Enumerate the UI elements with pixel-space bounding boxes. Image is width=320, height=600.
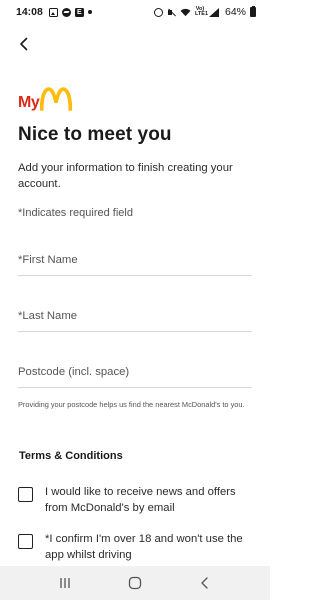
nav-back-button[interactable] [193, 571, 217, 595]
battery-icon [250, 5, 256, 17]
page-title: Nice to meet you [18, 124, 172, 145]
wifi-icon [180, 8, 191, 16]
home-icon [128, 576, 142, 590]
logo-my-text: My [18, 94, 40, 111]
home-button[interactable] [123, 571, 147, 595]
news-offers-label: I would like to receive news and offers … [45, 486, 236, 514]
terms-heading: Terms & Conditions [19, 450, 123, 462]
postcode-field[interactable]: Postcode (incl. space) [18, 362, 252, 388]
required-field-note: *Indicates required field [18, 207, 133, 219]
messenger-notification-icon [61, 7, 71, 17]
age-confirm-checkbox[interactable] [18, 534, 33, 549]
mute-icon [167, 8, 176, 17]
mymcdonalds-logo: My [18, 86, 73, 112]
recents-button[interactable] [53, 571, 77, 595]
volte-icon: Vo) LTE1 [194, 6, 209, 17]
status-right: Vo) LTE1 64% [153, 5, 256, 18]
gallery-notification-icon [48, 7, 58, 17]
status-bar: 14:08 E Vo) LTE1 64% [0, 0, 270, 24]
system-nav-bar [0, 566, 270, 600]
age-confirm-label: *I confirm I'm over 18 and won't use the… [45, 533, 243, 561]
golden-arches-icon [40, 87, 73, 111]
first-name-field[interactable]: *First Name [18, 250, 252, 276]
status-time: 14:08 [16, 6, 43, 18]
e-notification-icon: E [74, 7, 84, 17]
signal-icon [209, 7, 219, 17]
postcode-help-text: Providing your postcode helps us find th… [18, 400, 245, 409]
postcode-label: Postcode (incl. space) [18, 366, 130, 378]
status-left: 14:08 E [16, 6, 92, 18]
news-offers-option: I would like to receive news and offers … [18, 484, 254, 516]
last-name-field[interactable]: *Last Name [18, 306, 252, 332]
news-offers-checkbox[interactable] [18, 487, 33, 502]
alarm-icon [153, 7, 163, 17]
battery-percent: 64% [224, 6, 246, 18]
nav-back-icon [201, 577, 208, 589]
last-name-label: *Last Name [18, 310, 78, 322]
recents-icon [60, 578, 70, 588]
intro-text: Add your information to finish creating … [18, 162, 233, 190]
back-button[interactable] [14, 34, 34, 54]
age-confirm-option: *I confirm I'm over 18 and won't use the… [18, 531, 254, 563]
chevron-left-icon [20, 37, 28, 51]
first-name-label: *First Name [18, 254, 78, 266]
more-notifications-icon [87, 10, 92, 14]
